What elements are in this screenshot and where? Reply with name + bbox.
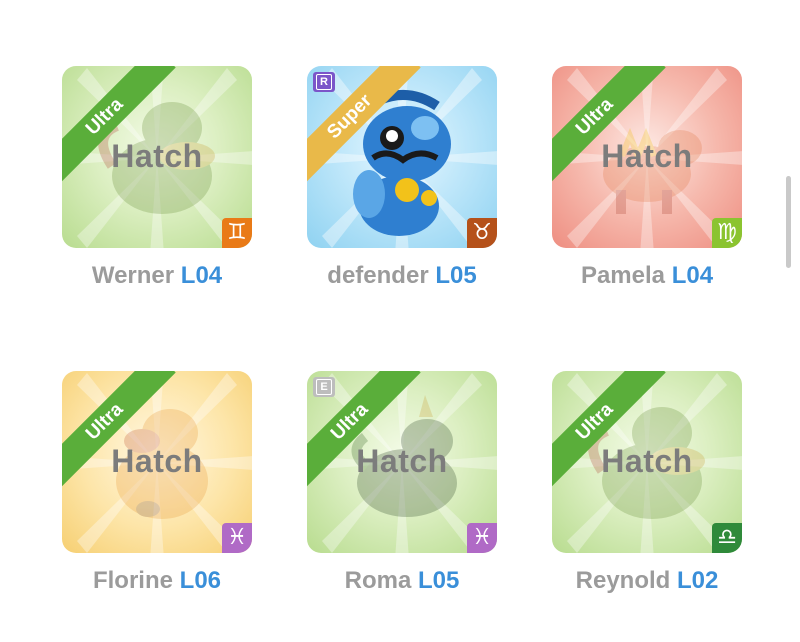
pet-grid: Hatch Ultra ♊ Werner L04 Super R ♉ defen… (0, 0, 800, 642)
pet-caption: Reynold L02 (522, 567, 772, 595)
pet-name: Pamela (580, 262, 666, 289)
pet-card-pamela[interactable]: Hatch Ultra ♍ Pamela L04 (552, 66, 742, 289)
badge-letter: E (316, 379, 332, 395)
pet-level: L04 (671, 262, 714, 289)
pet-caption: Werner L04 (32, 262, 282, 290)
libra-icon: ♎ (712, 523, 742, 553)
pet-card-roma[interactable]: Hatch Ultra E ♓ Roma L05 (307, 371, 497, 594)
pet-tile: Hatch Ultra ♍ (552, 66, 742, 248)
pet-level: L05 (435, 262, 477, 289)
pet-caption: Roma L05 (277, 567, 527, 595)
pet-name: Roma (344, 567, 412, 594)
pet-name: Florine (92, 567, 173, 594)
pet-card-werner[interactable]: Hatch Ultra ♊ Werner L04 (62, 66, 252, 289)
gemini-icon: ♊ (222, 218, 252, 248)
pet-caption: Florine L06 (32, 567, 282, 595)
pisces-icon: ♓ (222, 523, 252, 553)
pet-level: L05 (418, 567, 460, 594)
pet-tile: Hatch Ultra ♎ (552, 371, 742, 553)
badge-letter: R (316, 74, 332, 90)
pet-level: L02 (677, 567, 719, 594)
pisces-icon: ♓ (467, 523, 497, 553)
pet-name: Reynold (575, 567, 671, 594)
pet-tile: Hatch Ultra ♊ (62, 66, 252, 248)
vertical-scrollbar[interactable] (786, 176, 791, 268)
pet-level: L04 (180, 262, 223, 289)
pet-level: L06 (179, 567, 222, 594)
pet-card-reynold[interactable]: Hatch Ultra ♎ Reynold L02 (552, 371, 742, 594)
pet-name: Werner (91, 262, 175, 289)
pet-name: defender (327, 262, 429, 289)
badge-r-icon: R (313, 72, 335, 92)
pet-tile: Super R ♉ (307, 66, 497, 248)
virgo-icon: ♍ (712, 218, 742, 248)
pet-tile: Hatch Ultra ♓ (62, 371, 252, 553)
pet-card-florine[interactable]: Hatch Ultra ♓ Florine L06 (62, 371, 252, 594)
badge-e-icon: E (313, 377, 335, 397)
taurus-icon: ♉ (467, 218, 497, 248)
pet-tile: Hatch Ultra E ♓ (307, 371, 497, 553)
pet-card-defender[interactable]: Super R ♉ defender L05 (307, 66, 497, 289)
pet-caption: defender L05 (277, 262, 527, 290)
pet-caption: Pamela L04 (522, 262, 772, 290)
